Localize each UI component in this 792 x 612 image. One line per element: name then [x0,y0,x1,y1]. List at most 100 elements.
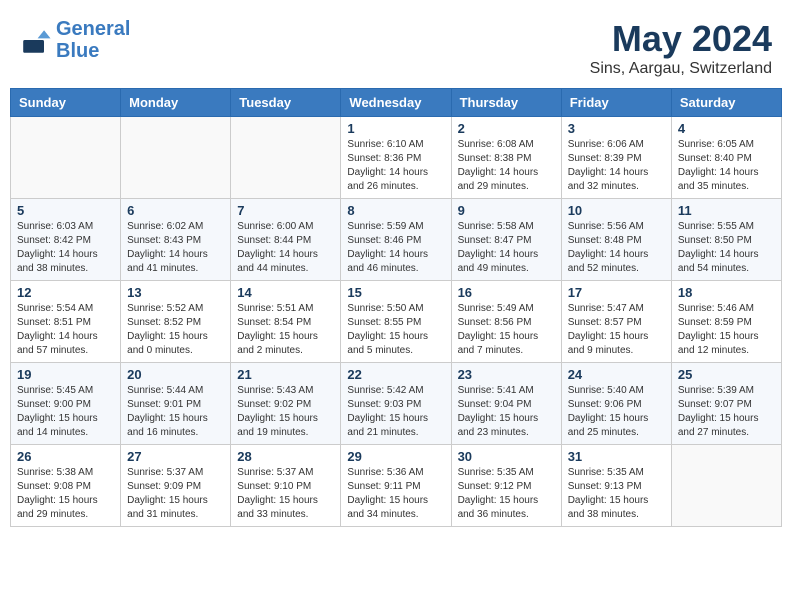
day-info: Sunset: 8:59 PM [678,316,775,330]
week-row-3: 12Sunrise: 5:54 AMSunset: 8:51 PMDayligh… [11,281,782,363]
day-info: and 31 minutes. [127,508,224,522]
day-info: Sunrise: 5:40 AM [568,384,665,398]
calendar-cell: 9Sunrise: 5:58 AMSunset: 8:47 PMDaylight… [451,199,561,281]
day-info: Sunrise: 5:38 AM [17,466,114,480]
page-subtitle: Sins, Aargau, Switzerland [590,60,772,78]
day-info: and 57 minutes. [17,344,114,358]
day-info: Sunset: 8:51 PM [17,316,114,330]
day-info: Sunset: 9:12 PM [458,480,555,494]
day-info: and 19 minutes. [237,426,334,440]
day-info: Sunset: 8:54 PM [237,316,334,330]
day-info: and 34 minutes. [347,508,444,522]
calendar-cell: 17Sunrise: 5:47 AMSunset: 8:57 PMDayligh… [561,281,671,363]
day-info: Sunset: 9:00 PM [17,398,114,412]
day-info: Sunrise: 5:49 AM [458,302,555,316]
day-info: Sunset: 9:06 PM [568,398,665,412]
day-number: 24 [568,367,665,382]
day-info: Sunset: 8:36 PM [347,152,444,166]
day-number: 27 [127,449,224,464]
day-info: Daylight: 14 hours [678,166,775,180]
day-info: and 29 minutes. [17,508,114,522]
day-info: Sunset: 9:08 PM [17,480,114,494]
day-info: and 44 minutes. [237,262,334,276]
header-cell-sunday: Sunday [11,89,121,117]
day-info: and 27 minutes. [678,426,775,440]
day-info: Sunset: 8:46 PM [347,234,444,248]
calendar-cell: 7Sunrise: 6:00 AMSunset: 8:44 PMDaylight… [231,199,341,281]
day-info: and 12 minutes. [678,344,775,358]
day-info: and 0 minutes. [127,344,224,358]
calendar-body: 1Sunrise: 6:10 AMSunset: 8:36 PMDaylight… [11,117,782,527]
day-info: Sunset: 9:07 PM [678,398,775,412]
day-number: 22 [347,367,444,382]
day-number: 26 [17,449,114,464]
day-info: Sunrise: 5:36 AM [347,466,444,480]
header-cell-thursday: Thursday [451,89,561,117]
day-info: and 21 minutes. [347,426,444,440]
day-info: Daylight: 14 hours [458,248,555,262]
day-info: Sunrise: 6:05 AM [678,138,775,152]
day-info: Daylight: 15 hours [127,330,224,344]
day-number: 23 [458,367,555,382]
day-info: and 46 minutes. [347,262,444,276]
calendar-cell: 2Sunrise: 6:08 AMSunset: 8:38 PMDaylight… [451,117,561,199]
day-info: and 5 minutes. [347,344,444,358]
day-number: 2 [458,121,555,136]
day-info: Daylight: 15 hours [458,494,555,508]
day-info: Sunset: 8:55 PM [347,316,444,330]
day-info: Sunrise: 6:03 AM [17,220,114,234]
day-info: Sunset: 8:57 PM [568,316,665,330]
calendar-cell: 23Sunrise: 5:41 AMSunset: 9:04 PMDayligh… [451,363,561,445]
day-number: 18 [678,285,775,300]
day-info: Sunset: 8:56 PM [458,316,555,330]
logo: General Blue [20,18,130,62]
day-info: Sunrise: 5:51 AM [237,302,334,316]
day-info: Sunrise: 5:55 AM [678,220,775,234]
day-info: Sunset: 8:43 PM [127,234,224,248]
day-number: 7 [237,203,334,218]
calendar-table: SundayMondayTuesdayWednesdayThursdayFrid… [10,88,782,527]
calendar-cell: 22Sunrise: 5:42 AMSunset: 9:03 PMDayligh… [341,363,451,445]
calendar-cell: 12Sunrise: 5:54 AMSunset: 8:51 PMDayligh… [11,281,121,363]
day-info: Sunrise: 5:37 AM [237,466,334,480]
day-info: and 2 minutes. [237,344,334,358]
day-info: and 36 minutes. [458,508,555,522]
day-info: Sunrise: 5:45 AM [17,384,114,398]
day-info: Daylight: 14 hours [678,248,775,262]
day-info: Daylight: 14 hours [17,248,114,262]
day-info: Sunrise: 5:43 AM [237,384,334,398]
day-number: 5 [17,203,114,218]
day-info: Daylight: 15 hours [237,412,334,426]
day-info: Daylight: 15 hours [127,494,224,508]
calendar-cell: 26Sunrise: 5:38 AMSunset: 9:08 PMDayligh… [11,445,121,527]
calendar-cell: 14Sunrise: 5:51 AMSunset: 8:54 PMDayligh… [231,281,341,363]
title-block: May 2024 Sins, Aargau, Switzerland [590,18,772,78]
day-info: Sunrise: 5:47 AM [568,302,665,316]
day-info: and 14 minutes. [17,426,114,440]
day-info: Sunrise: 6:06 AM [568,138,665,152]
calendar-cell: 27Sunrise: 5:37 AMSunset: 9:09 PMDayligh… [121,445,231,527]
logo-icon [20,24,52,56]
day-info: Sunset: 9:01 PM [127,398,224,412]
calendar-cell: 30Sunrise: 5:35 AMSunset: 9:12 PMDayligh… [451,445,561,527]
day-info: Daylight: 15 hours [347,330,444,344]
day-info: Daylight: 14 hours [127,248,224,262]
day-info: Sunset: 9:11 PM [347,480,444,494]
day-info: Sunset: 8:39 PM [568,152,665,166]
day-info: Daylight: 15 hours [127,412,224,426]
day-number: 4 [678,121,775,136]
day-number: 30 [458,449,555,464]
day-info: and 35 minutes. [678,180,775,194]
day-number: 20 [127,367,224,382]
day-info: Daylight: 15 hours [568,412,665,426]
day-info: Sunrise: 5:58 AM [458,220,555,234]
day-info: Daylight: 14 hours [568,166,665,180]
day-info: Daylight: 14 hours [458,166,555,180]
day-number: 25 [678,367,775,382]
day-info: Sunrise: 5:50 AM [347,302,444,316]
day-number: 14 [237,285,334,300]
day-info: and 16 minutes. [127,426,224,440]
day-info: Daylight: 14 hours [347,166,444,180]
day-info: Sunset: 8:42 PM [17,234,114,248]
day-info: Sunrise: 5:42 AM [347,384,444,398]
